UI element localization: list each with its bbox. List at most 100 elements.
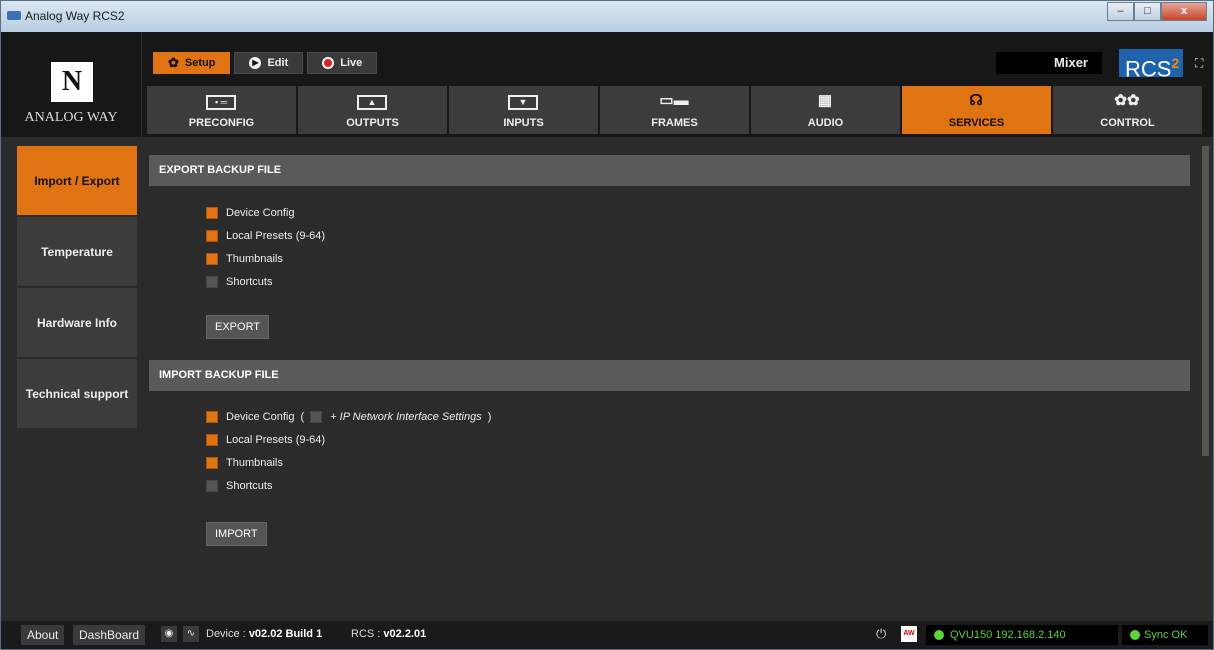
checkbox[interactable] — [206, 253, 218, 265]
import-option-local-presets[interactable]: Local Presets (9-64) — [206, 431, 325, 449]
tab-preconfig[interactable]: ▪ ═ PRECONFIG — [147, 86, 296, 134]
export-section-header: EXPORT BACKUP FILE — [149, 155, 1190, 186]
tab-label: OUTPUTS — [346, 117, 399, 129]
sidebar-item-temperature[interactable]: Temperature — [17, 217, 137, 287]
status-dot-icon — [1130, 630, 1140, 640]
export-option-device-config[interactable]: Device Config — [206, 204, 294, 222]
camera-icon[interactable]: ◉ — [161, 626, 177, 642]
rcs-logo: RCS2 — [1119, 49, 1183, 81]
close-button[interactable]: x — [1161, 2, 1207, 21]
import-section-header: IMPORT BACKUP FILE — [149, 360, 1190, 391]
services-icon: ☊ — [969, 92, 983, 109]
rcs-version-info: RCS : v02.2.01 — [351, 628, 426, 640]
tab-label: AUDIO — [807, 117, 844, 129]
export-button[interactable]: EXPORT — [206, 315, 270, 339]
mode-selector: ✿ Setup ▶ Edit Live — [153, 52, 378, 74]
tab-control[interactable]: ✿✿ CONTROL — [1053, 86, 1202, 134]
import-option-thumbnails[interactable]: Thumbnails — [206, 454, 283, 472]
scrollbar-thumb[interactable] — [1202, 146, 1209, 456]
services-sidebar: Import / Export Temperature Hardware Inf… — [17, 146, 137, 621]
tab-audio[interactable]: ▦ AUDIO — [751, 86, 900, 134]
device-status-text: QVU150 192.168.2.140 — [950, 629, 1066, 641]
status-dot-icon — [934, 630, 944, 640]
option-label: Device Config — [226, 411, 295, 423]
mode-label: Edit — [267, 57, 289, 69]
option-label: Thumbnails — [226, 253, 283, 265]
ip-settings-checkbox[interactable] — [310, 411, 323, 423]
maximize-button[interactable]: □ — [1134, 2, 1161, 21]
sync-status: Sync OK — [1122, 625, 1208, 645]
preconfig-icon: ▪ ═ — [205, 92, 237, 110]
option-label: Shortcuts — [226, 276, 273, 288]
rcs-version-sup: 2 — [1171, 55, 1180, 71]
device-label: Device : — [206, 628, 246, 640]
option-label: Thumbnails — [226, 457, 283, 469]
sidebar-item-technical-support[interactable]: Technical support — [17, 359, 137, 429]
tab-services[interactable]: ☊ SERVICES — [902, 86, 1051, 134]
paren-close: ) — [487, 411, 492, 423]
aw-badge[interactable]: AW — [901, 626, 917, 642]
minimize-button[interactable]: – — [1107, 2, 1134, 21]
analog-way-logo: N ANALOG WAY — [1, 32, 142, 137]
option-label: Shortcuts — [226, 480, 273, 492]
tab-inputs[interactable]: ▼ INPUTS — [449, 86, 598, 134]
device-version-info: Device : v02.02 Build 1 — [206, 628, 322, 640]
import-option-shortcuts[interactable]: Shortcuts — [206, 477, 272, 495]
app-header: N ANALOG WAY ✿ Setup ▶ Edit Live Mixer R… — [1, 32, 1213, 137]
window-controls: – □ x — [1107, 2, 1207, 22]
sidebar-item-import-export[interactable]: Import / Export — [17, 146, 137, 216]
outputs-icon: ▲ — [356, 92, 388, 110]
tab-label: CONTROL — [1100, 117, 1155, 129]
option-label: Device Config — [226, 207, 295, 219]
rcs-logo-text: RCS — [1125, 56, 1172, 82]
logo-mark-icon: N — [51, 62, 93, 102]
option-label: Local Presets (9-64) — [226, 434, 326, 446]
monitor-graph-icon[interactable]: ∿ — [183, 626, 199, 642]
rcs-version: v02.2.01 — [383, 628, 427, 640]
dashboard-button[interactable]: DashBoard — [73, 625, 146, 645]
tab-frames[interactable]: ▭▬ FRAMES — [600, 86, 749, 134]
checkbox[interactable] — [206, 276, 218, 288]
inputs-icon: ▼ — [507, 92, 539, 110]
logo-text: ANALOG WAY — [24, 110, 118, 125]
device-connection-status[interactable]: QVU150 192.168.2.140 — [926, 625, 1118, 645]
app-window: Analog Way RCS2 – □ x N ANALOG WAY ✿ Set… — [0, 0, 1214, 650]
tab-outputs[interactable]: ▲ OUTPUTS — [298, 86, 447, 134]
window-title: Analog Way RCS2 — [25, 9, 125, 23]
export-option-local-presets[interactable]: Local Presets (9-64) — [206, 227, 325, 245]
fullscreen-icon[interactable]: ⛶ — [1195, 56, 1203, 71]
checkbox[interactable] — [206, 434, 218, 446]
tab-label: FRAMES — [651, 117, 698, 129]
export-option-shortcuts[interactable]: Shortcuts — [206, 273, 272, 291]
vertical-scrollbar[interactable] — [1201, 146, 1211, 621]
gear-icon: ✿ — [168, 55, 179, 70]
option-label: Local Presets (9-64) — [226, 230, 326, 242]
mode-label: Setup — [184, 57, 216, 69]
mode-setup-button[interactable]: ✿ Setup — [153, 52, 231, 74]
tab-label: PRECONFIG — [188, 117, 255, 129]
import-button[interactable]: IMPORT — [206, 522, 267, 546]
checkbox[interactable] — [206, 230, 218, 242]
audio-icon: ▦ — [817, 92, 833, 109]
checkbox[interactable] — [206, 411, 218, 423]
frames-icon: ▭▬ — [659, 92, 689, 109]
export-option-thumbnails[interactable]: Thumbnails — [206, 250, 283, 268]
tab-label: INPUTS — [503, 117, 544, 129]
paren-open: ( — [300, 411, 305, 423]
ip-settings-label: + IP Network Interface Settings — [330, 411, 482, 423]
checkbox[interactable] — [206, 457, 218, 469]
main-nav-tabs: ▪ ═ PRECONFIG ▲ OUTPUTS ▼ INPUTS ▭▬ FRAM… — [147, 86, 1202, 134]
sync-status-text: Sync OK — [1144, 629, 1188, 641]
import-option-device-config[interactable]: Device Config ( + IP Network Interface S… — [206, 408, 497, 426]
checkbox[interactable] — [206, 207, 218, 219]
mode-live-button[interactable]: Live — [307, 52, 378, 74]
checkbox[interactable] — [206, 480, 218, 492]
mode-edit-button[interactable]: ▶ Edit — [234, 52, 304, 74]
play-icon: ▶ — [249, 57, 262, 69]
power-icon[interactable]: ⏻ — [876, 626, 886, 642]
sidebar-item-hardware-info[interactable]: Hardware Info — [17, 288, 137, 358]
tab-label: SERVICES — [948, 117, 1005, 129]
main-panel: EXPORT BACKUP FILE Device Config Local P… — [138, 146, 1200, 621]
status-bar: About DashBoard ◉ ∿ Device : v02.02 Buil… — [1, 621, 1213, 649]
about-button[interactable]: About — [21, 625, 65, 645]
